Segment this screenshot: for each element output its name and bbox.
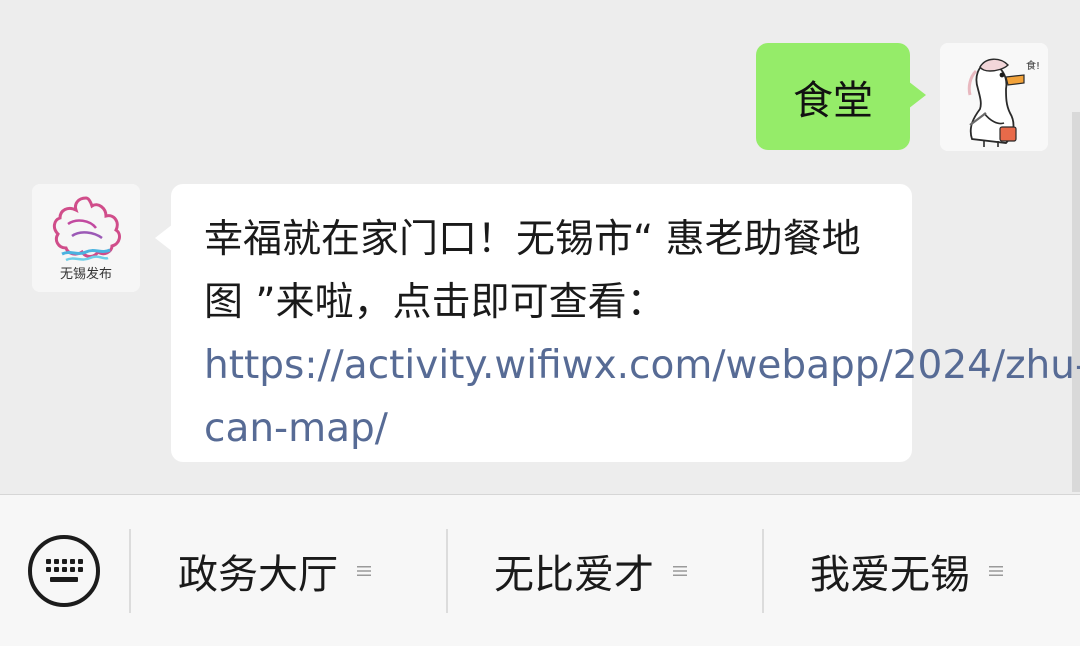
- menu-item-talent[interactable]: 无比爱才: [494, 535, 688, 607]
- incoming-message-text: 幸福就在家门口！无锡市“ 惠老助餐地图 ”来啦，点击即可查看：: [204, 217, 861, 325]
- menu-lines-icon: [989, 566, 1003, 576]
- keyboard-icon: [46, 559, 83, 582]
- doodle-text: 食!: [1026, 59, 1040, 72]
- outgoing-message-bubble[interactable]: 食堂: [756, 43, 926, 150]
- menu-lines-icon: [357, 566, 371, 576]
- menu-lines-icon: [673, 566, 687, 576]
- menu-divider: [129, 529, 131, 613]
- bottom-menu-bar: 政务大厅 无比爱才 我爱无锡: [0, 494, 1080, 646]
- keyboard-toggle-button[interactable]: [28, 535, 100, 607]
- incoming-message-bubble[interactable]: 幸福就在家门口！无锡市“ 惠老助餐地图 ”来啦，点击即可查看： https://…: [155, 184, 1080, 462]
- menu-item-government-hall[interactable]: 政务大厅: [178, 535, 372, 607]
- menu-divider: [762, 529, 764, 613]
- chat-area[interactable]: 食堂 食! 无锡发布 幸福就在家门口！无锡市“ 惠老助餐地图 ”来啦，点击即可查…: [0, 0, 1080, 494]
- goose-doodle-icon: 食!: [940, 43, 1048, 151]
- official-account-avatar[interactable]: 无锡发布: [32, 184, 140, 292]
- menu-divider: [446, 529, 448, 613]
- menu-item-love-wuxi[interactable]: 我爱无锡: [810, 535, 1004, 607]
- user-avatar[interactable]: 食!: [940, 43, 1048, 151]
- menu-item-label: 无比爱才: [494, 552, 654, 598]
- logo-text: 无锡发布: [60, 266, 112, 282]
- menu-item-label: 政务大厅: [178, 552, 338, 598]
- menu-item-label: 我爱无锡: [810, 552, 970, 598]
- message-link[interactable]: https://activity.wifiwx.com/webapp/2024/…: [204, 334, 1080, 460]
- outgoing-message-text: 食堂: [793, 77, 873, 124]
- wuxi-logo-icon: 无锡发布: [32, 184, 140, 292]
- scroll-indicator[interactable]: [1072, 112, 1080, 492]
